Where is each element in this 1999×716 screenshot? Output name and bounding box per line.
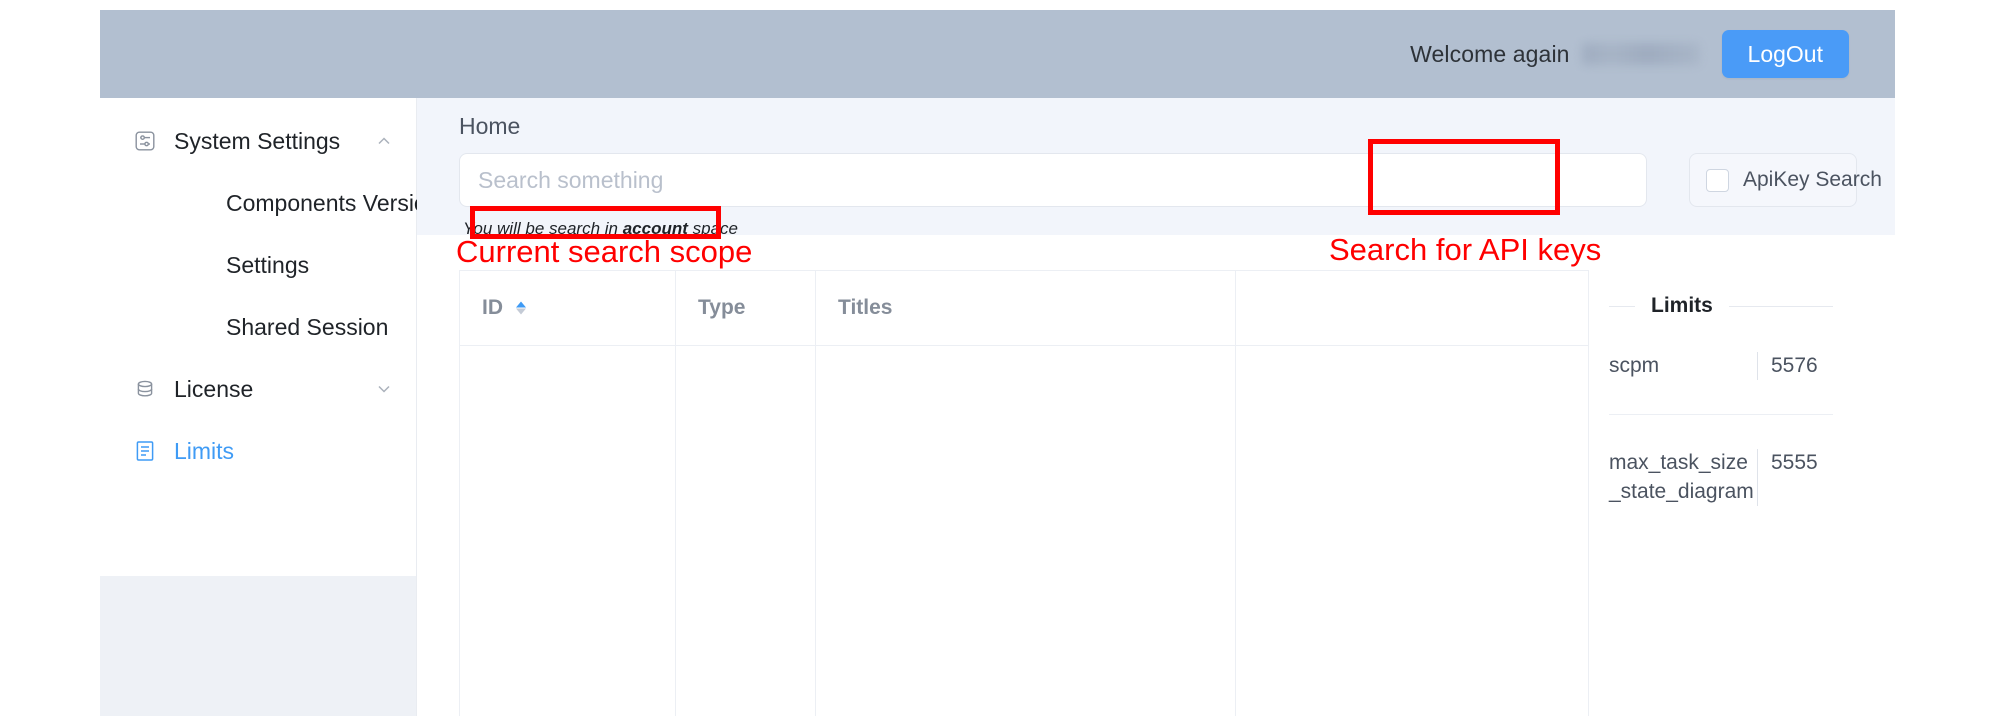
table-header-row: ID Type Titles — [460, 271, 1589, 346]
sort-toggle-icon[interactable] — [513, 298, 529, 318]
sidebar-item-label: System Settings — [174, 127, 341, 154]
column-header-label: Titles — [838, 296, 893, 319]
search-scope-hint: You will be search in account space — [463, 219, 738, 239]
table-cell-actions — [1236, 346, 1589, 716]
table-cell-titles — [816, 346, 1236, 716]
column-header-label: Type — [698, 296, 746, 319]
column-header-id[interactable]: ID — [460, 271, 676, 345]
results-table: ID Type Titles — [459, 270, 1589, 716]
column-header-type[interactable]: Type — [676, 271, 816, 345]
scope-hint-suffix: space — [687, 219, 738, 238]
apikey-search-label: ApiKey Search — [1743, 168, 1882, 191]
app-header: Welcome again LogOut — [100, 10, 1895, 98]
scope-hint-scope: account — [622, 219, 688, 238]
sidebar-item-label: License — [174, 375, 254, 402]
main-content: Home You will be search in account space… — [417, 98, 1895, 716]
table-cell-id — [460, 346, 676, 716]
apikey-search-toggle[interactable]: ApiKey Search — [1689, 153, 1882, 207]
breadcrumb[interactable]: Home — [459, 113, 520, 140]
limit-key: scpm — [1609, 354, 1660, 377]
limit-value: 5576 — [1771, 354, 1818, 377]
limits-panel-divider: Limits — [1609, 294, 1833, 318]
column-header-titles[interactable]: Titles — [816, 271, 1236, 345]
sidebar: System Settings Components Versions Sett… — [100, 98, 451, 716]
limit-separator — [1757, 352, 1758, 381]
search-input[interactable] — [459, 153, 1647, 207]
search-band: Home You will be search in account space… — [417, 98, 1895, 238]
app-window: Welcome again LogOut System Settings Com… — [100, 10, 1895, 716]
divider-line-right — [1728, 305, 1833, 307]
sliders-icon — [132, 128, 158, 154]
username-redacted — [1581, 43, 1700, 65]
chevron-up-icon[interactable] — [374, 131, 394, 151]
logout-button[interactable]: LogOut — [1721, 29, 1849, 79]
divider-line-left — [1609, 305, 1635, 307]
limits-panel: Limits scpm 5576 max_task_size_state_dia… — [1589, 270, 1853, 716]
table-body-empty — [460, 346, 1589, 716]
sidebar-item-limits[interactable]: Limits — [100, 420, 416, 482]
sidebar-item-label: Shared Session — [226, 313, 389, 340]
limit-separator — [1757, 449, 1758, 507]
column-header-actions — [1236, 271, 1589, 345]
sidebar-nav: System Settings Components Versions Sett… — [100, 98, 451, 482]
database-icon — [132, 376, 158, 402]
sidebar-item-settings[interactable]: Settings — [100, 234, 416, 296]
sidebar-item-label: Settings — [226, 251, 310, 278]
apikey-search-checkbox[interactable] — [1706, 168, 1729, 192]
limits-panel-title: Limits — [1651, 294, 1713, 317]
sidebar-item-components-versions[interactable]: Components Versions — [100, 172, 451, 234]
sidebar-item-label: Limits — [174, 437, 235, 464]
table-cell-type — [676, 346, 816, 716]
document-list-icon — [132, 438, 158, 464]
chevron-down-icon[interactable] — [374, 379, 394, 399]
limit-entry: max_task_size_state_diagram 5555 — [1609, 449, 1833, 507]
sidebar-footer — [100, 576, 416, 716]
sidebar-item-system-settings[interactable]: System Settings — [100, 110, 416, 172]
sidebar-item-license[interactable]: License — [100, 358, 416, 420]
sidebar-item-shared-session[interactable]: Shared Session — [100, 296, 416, 358]
welcome-text: Welcome again — [1410, 40, 1570, 67]
limit-key: max_task_size_state_diagram — [1609, 451, 1754, 503]
limit-value: 5555 — [1771, 451, 1818, 475]
column-header-label: ID — [482, 296, 503, 319]
scope-hint-prefix: You will be search in — [463, 219, 623, 238]
limit-row-divider — [1609, 414, 1833, 416]
limit-entry: scpm 5576 — [1609, 352, 1833, 381]
